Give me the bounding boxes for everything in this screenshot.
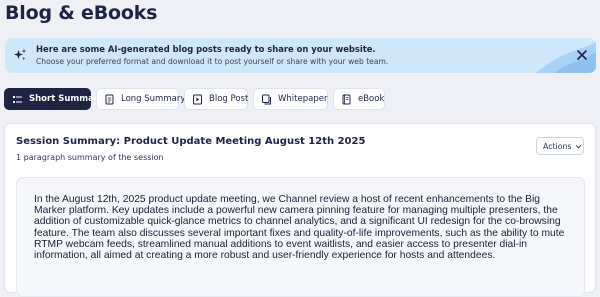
- tab-blog-post[interactable]: Blog Post: [184, 88, 248, 110]
- list-icon: [13, 95, 22, 103]
- tab-label: eBook: [358, 94, 385, 104]
- actions-label: Actions: [543, 141, 572, 151]
- tab-whitepaper[interactable]: Whitepaper: [253, 88, 328, 110]
- document-icon: [105, 94, 114, 104]
- stacked-document-icon: [262, 94, 271, 104]
- banner-title: Here are some AI-generated blog posts re…: [36, 44, 376, 54]
- actions-dropdown[interactable]: Actions: [536, 137, 584, 155]
- chevron-down-icon: [576, 144, 582, 149]
- tab-long-summary[interactable]: Long Summary: [96, 88, 185, 110]
- tab-label: Blog Post: [209, 94, 249, 104]
- tab-ebook[interactable]: eBook: [333, 88, 385, 110]
- summary-card: Session Summary: Product Update Meeting …: [4, 123, 596, 297]
- sparkle-icon: [14, 48, 27, 61]
- tab-label: Short Summary: [29, 94, 104, 104]
- book-icon: [342, 94, 351, 104]
- ai-info-banner: Here are some AI-generated blog posts re…: [5, 38, 596, 73]
- tab-label: Whitepaper: [278, 94, 328, 104]
- summary-paragraph: In the August 12th, 2025 product update …: [34, 194, 565, 262]
- tab-label: Long Summary: [121, 94, 186, 104]
- card-title: Session Summary: Product Update Meeting …: [16, 136, 366, 147]
- tab-short-summary[interactable]: Short Summary: [4, 88, 104, 110]
- summary-content-box: In the August 12th, 2025 product update …: [16, 177, 585, 297]
- card-subtitle: 1 paragraph summary of the session: [16, 153, 164, 162]
- banner-subtitle: Choose your preferred format and downloa…: [36, 57, 389, 66]
- play-document-icon: [193, 94, 202, 104]
- close-icon[interactable]: [576, 49, 588, 61]
- page-title: Blog & eBooks: [5, 2, 158, 24]
